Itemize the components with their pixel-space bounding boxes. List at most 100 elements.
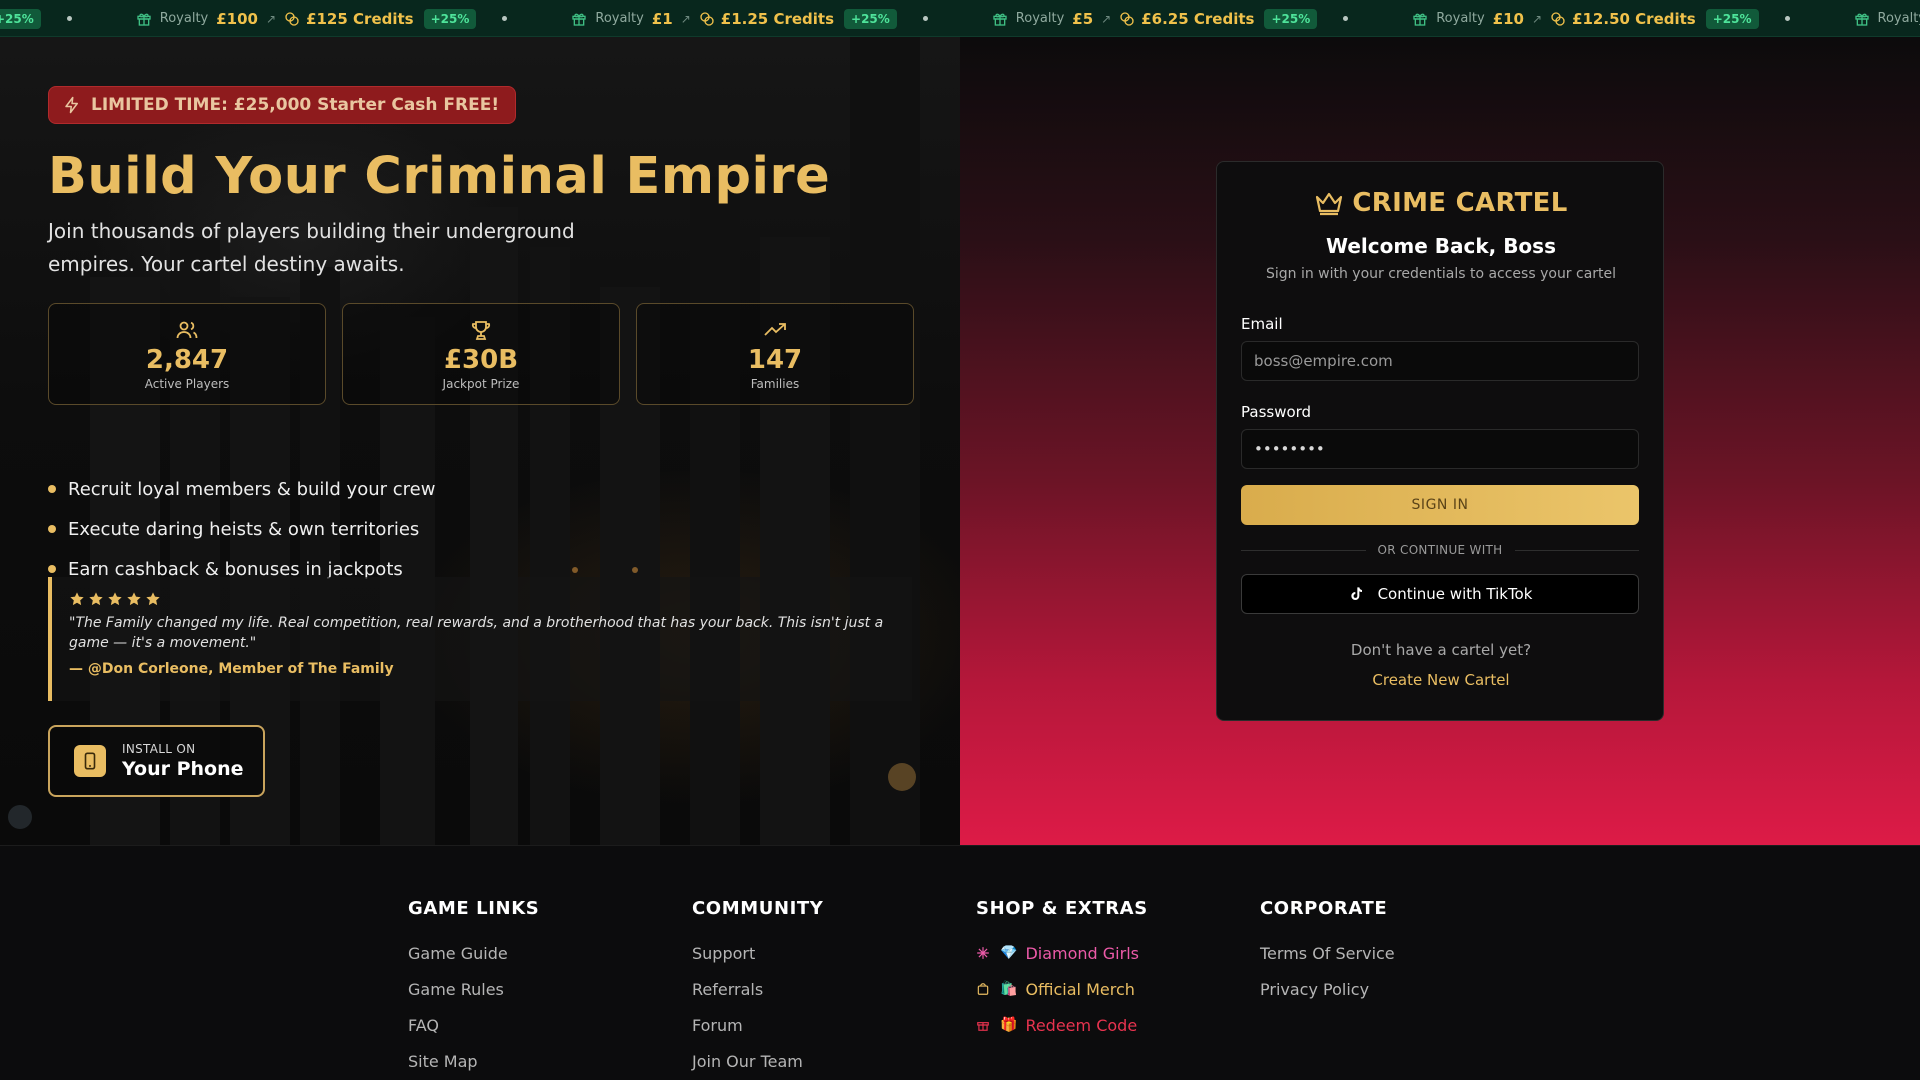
footer-link-faq[interactable]: FAQ [408,1007,539,1043]
footer-link-terms-of-service[interactable]: Terms Of Service [1260,935,1395,971]
stat-label: Families [750,376,800,391]
footer-link-game-guide[interactable]: Game Guide [408,935,539,971]
login-section: CRIME CARTEL Welcome Back, Boss Sign in … [960,37,1920,845]
footer-link-official-merch[interactable]: 🛍️ Official Merch [976,971,1148,1007]
smartphone-icon [74,745,106,777]
ticker-credits: £1.25 Credits [720,9,835,28]
gift-icon [977,1022,989,1031]
footer-link-site-map[interactable]: Site Map [408,1043,539,1079]
star-icon [108,592,122,606]
ticker-separator-dot [66,16,72,21]
shopping-bags-emoji-icon: 🛍️ [1000,981,1018,997]
install-small-label: INSTALL ON [122,742,196,756]
ticker-separator-dot [502,16,508,21]
users-icon [176,321,198,338]
footer-link-redeem-code[interactable]: 🎁 Redeem Code [976,1007,1148,1043]
ticker-bonus-badge: +25% [1705,8,1759,29]
gift-icon [993,13,1007,26]
footer-link-diamond-girls[interactable]: 💎 Diamond Girls [976,935,1148,971]
ticker-item: Royalty £1 ↗ £1.25 Credits +25% [571,0,991,36]
tiktok-icon [1350,587,1362,600]
email-field[interactable] [1241,341,1639,381]
star-icon [146,592,160,606]
brand-name: CRIME CARTEL [1352,188,1568,218]
ticker-item-partial: Royalty [1854,0,1920,36]
coins-icon [700,11,714,26]
testimonial-author: — @Don Corleone, Member of The Family [69,661,394,677]
testimonial-quote: "The Family changed my life. Real compet… [69,615,884,651]
footer-link-forum[interactable]: Forum [692,1007,823,1043]
install-on-phone-button[interactable]: INSTALL ON Your Phone [48,725,265,797]
royalty-ticker: +25% Royalty £100 ↗ £125 Credits +25% Ro… [0,0,1920,37]
email-label: Email [1241,315,1283,333]
star-rating [69,591,896,607]
ticker-track: +25% Royalty £100 ↗ £125 Credits +25% Ro… [0,0,1920,36]
ticker-amount: £1 [651,9,673,28]
wrapped-gift-emoji-icon: 🎁 [1000,1017,1018,1033]
footer-column-shop-extras: SHOP & EXTRAS 💎 Diamond Girls 🛍️ Officia… [976,898,1148,1043]
star-icon [70,592,84,606]
bullet-dot [48,525,56,533]
ticker-bonus-badge: +25% [0,8,41,29]
shopping-bag-icon [977,983,989,995]
ticker-separator-dot [922,16,928,21]
ticker-item: Royalty £100 ↗ £125 Credits +25% [136,0,572,36]
ticker-item-partial: +25% [0,0,136,36]
ticker-royalty-label: Royalty [1436,11,1485,26]
or-continue-divider: OR CONTINUE WITH [1241,543,1640,557]
stats-row: 2,847 Active Players £30B Jackpot Prize … [48,303,914,405]
ticker-amount: £100 [216,9,258,28]
brand-logo: CRIME CARTEL [1217,188,1665,218]
ticker-royalty-label: Royalty [159,11,209,26]
stat-active-players: 2,847 Active Players [48,303,326,405]
coins-icon [1551,11,1565,26]
gift-icon [1413,13,1427,26]
ticker-amount: £5 [1072,9,1094,28]
no-account-text: Don't have a cartel yet? [1350,641,1532,659]
gift-icon [137,13,151,26]
ticker-item: Royalty £10 ↗ £12.50 Credits +25% [1412,0,1853,36]
footer-link-support[interactable]: Support [692,935,823,971]
trend-arrow-icon: ↗ [266,11,277,26]
ticker-bonus-badge: +25% [844,8,897,29]
trending-up-icon [764,322,786,336]
footer-link-game-rules[interactable]: Game Rules [408,971,539,1007]
trend-arrow-icon: ↗ [680,11,691,26]
stat-jackpot-prize: £30B Jackpot Prize [342,303,620,405]
gift-icon [572,13,587,26]
stat-label: Active Players [144,376,230,391]
testimonial: "The Family changed my life. Real compet… [48,577,912,701]
sign-in-button[interactable]: SIGN IN [1241,485,1639,525]
ticker-royalty-label: Royalty [1877,11,1920,26]
footer-heading: GAME LINKS [408,898,540,919]
footer-link-privacy-policy[interactable]: Privacy Policy [1260,971,1395,1007]
footer-link-join-our-team[interactable]: Join Our Team [692,1043,823,1079]
ticker-credits: £125 Credits [306,9,414,28]
tiktok-login-button[interactable]: Continue with TikTok [1241,574,1639,614]
hero-section: LIMITED TIME: £25,000 Starter Cash FREE!… [0,37,960,845]
footer-column-community: COMMUNITY Support Referrals Forum Join O… [692,898,823,1079]
promo-text: LIMITED TIME: £25,000 Starter Cash FREE! [91,95,500,115]
create-cartel-link[interactable]: Create New Cartel [1217,671,1665,689]
hero-title: Build Your Criminal Empire [48,147,831,206]
stat-label: Jackpot Prize [442,376,520,391]
stat-value: 2,847 [145,344,229,375]
limited-time-promo-badge: LIMITED TIME: £25,000 Starter Cash FREE! [48,86,517,124]
stat-value: £30B [443,344,519,375]
bullet-dot [48,565,56,573]
footer-link-referrals[interactable]: Referrals [692,971,823,1007]
hero-subtitle: Join thousands of players building their… [48,219,575,276]
ticker-credits: £12.50 Credits [1572,9,1696,28]
list-item: Execute daring heists & own territories [48,509,435,549]
trend-arrow-icon: ↗ [1101,11,1112,26]
ticker-item: Royalty £5 ↗ £6.25 Credits +25% [992,0,1412,36]
feature-text: Execute daring heists & own territories [68,518,420,540]
password-field[interactable] [1241,429,1639,469]
ticker-credits: £6.25 Credits [1141,9,1255,28]
coins-icon [1120,11,1134,26]
divider-line [1241,549,1366,551]
divider-line [1514,549,1640,551]
lightning-bolt-icon [65,96,78,114]
ticker-bonus-badge: +25% [423,8,477,29]
sparkles-icon [977,947,989,959]
